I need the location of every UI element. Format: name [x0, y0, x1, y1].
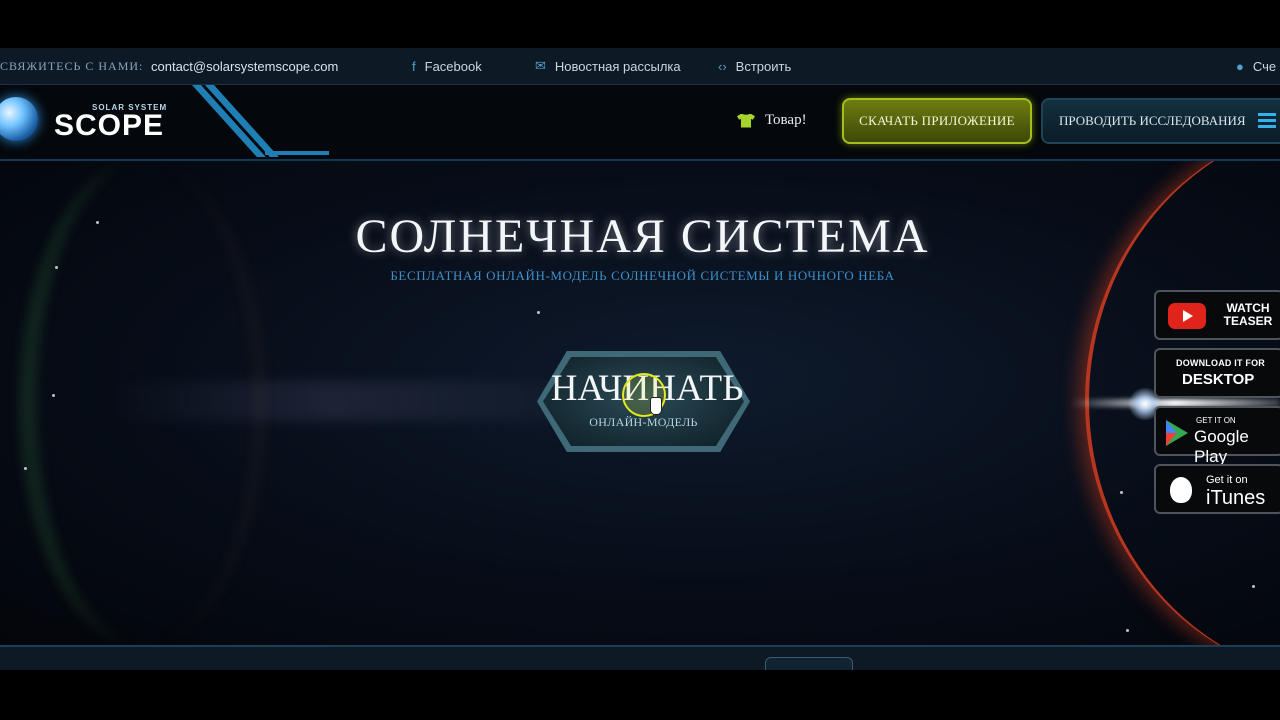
contact-label: Свяжитесь с нами:	[0, 58, 144, 73]
merch-link[interactable]: Товар!	[737, 112, 807, 129]
itunes-button[interactable]: Get it on iTunes	[1154, 464, 1280, 514]
itunes-small-label: Get it on	[1206, 474, 1248, 486]
star	[1252, 585, 1255, 588]
star	[1126, 629, 1129, 632]
apple-icon	[1170, 477, 1192, 503]
account-link[interactable]: ● Сче	[1236, 48, 1276, 84]
contact-email-link[interactable]: contact@solarsystemscope.com	[151, 48, 338, 84]
facebook-label: Facebook	[424, 58, 482, 74]
watch-teaser-button[interactable]: WATCH TEASER	[1154, 290, 1280, 340]
header: SOLAR SYSTEM SCOPE Товар! Скачать прилож…	[0, 85, 1280, 161]
google-play-button[interactable]: GET IT ON Google Play	[1154, 406, 1280, 466]
letterbox-bottom	[0, 670, 1280, 720]
gplay-big-label: Google Play	[1194, 427, 1249, 466]
star	[537, 311, 540, 314]
download-app-button[interactable]: Скачать приложение	[842, 98, 1032, 144]
tshirt-icon	[737, 113, 755, 128]
explore-label: Проводить исследования	[1059, 113, 1246, 128]
facebook-link[interactable]: f Facebook	[412, 48, 482, 84]
teaser-label: WATCH TEASER	[1218, 302, 1278, 328]
hero-section: СОЛНЕЧНАЯ СИСТЕМА Бесплатная онлайн-моде…	[0, 161, 1280, 645]
logo-globe-icon	[0, 97, 38, 141]
hamburger-icon	[1258, 113, 1276, 129]
embed-link[interactable]: ‹› Встроить	[718, 48, 791, 84]
download-desktop-button[interactable]: DOWNLOAD IT FOR DESKTOP	[1154, 348, 1280, 398]
teaser-line1: WATCH	[1226, 301, 1270, 315]
star	[1120, 491, 1123, 494]
hand-cursor-icon	[650, 397, 662, 415]
start-button-sublabel: онлайн-модель	[589, 415, 698, 429]
desktop-big-label: DESKTOP	[1182, 371, 1255, 388]
code-icon: ‹›	[718, 58, 727, 74]
embed-label: Встроить	[735, 58, 792, 74]
newsletter-label: Новостная рассылка	[554, 58, 681, 74]
itunes-big-label: iTunes	[1206, 487, 1266, 509]
page-subtitle: Бесплатная онлайн-модель Солнечной систе…	[390, 268, 895, 283]
account-label: Сче	[1252, 58, 1277, 74]
page-title: СОЛНЕЧНАЯ СИСТЕМА	[355, 210, 930, 263]
desktop-small-label: DOWNLOAD IT FOR	[1176, 358, 1265, 368]
explore-menu-button[interactable]: Проводить исследования	[1041, 98, 1280, 144]
contact-bar: Свяжитесь с нами: contact@solarsystemsco…	[0, 48, 1280, 85]
merch-label: Товар!	[765, 112, 807, 128]
footer-bar	[0, 645, 1280, 672]
star	[52, 394, 55, 397]
gplay-small-label: GET IT ON	[1196, 416, 1236, 425]
blurred-band	[100, 381, 560, 421]
youtube-icon	[1168, 303, 1206, 329]
mail-icon: ✉	[535, 58, 546, 73]
teaser-line2: TEASER	[1223, 314, 1273, 328]
star	[24, 467, 27, 470]
facebook-icon: f	[412, 58, 416, 74]
logo-big-text: SCOPE	[54, 109, 165, 142]
letterbox-top	[0, 0, 1280, 48]
logo-stripe-bar	[265, 151, 329, 155]
newsletter-link[interactable]: ✉ Новостная рассылка	[535, 48, 681, 84]
user-icon: ●	[1236, 58, 1244, 74]
logo[interactable]: SOLAR SYSTEM SCOPE	[0, 85, 330, 157]
